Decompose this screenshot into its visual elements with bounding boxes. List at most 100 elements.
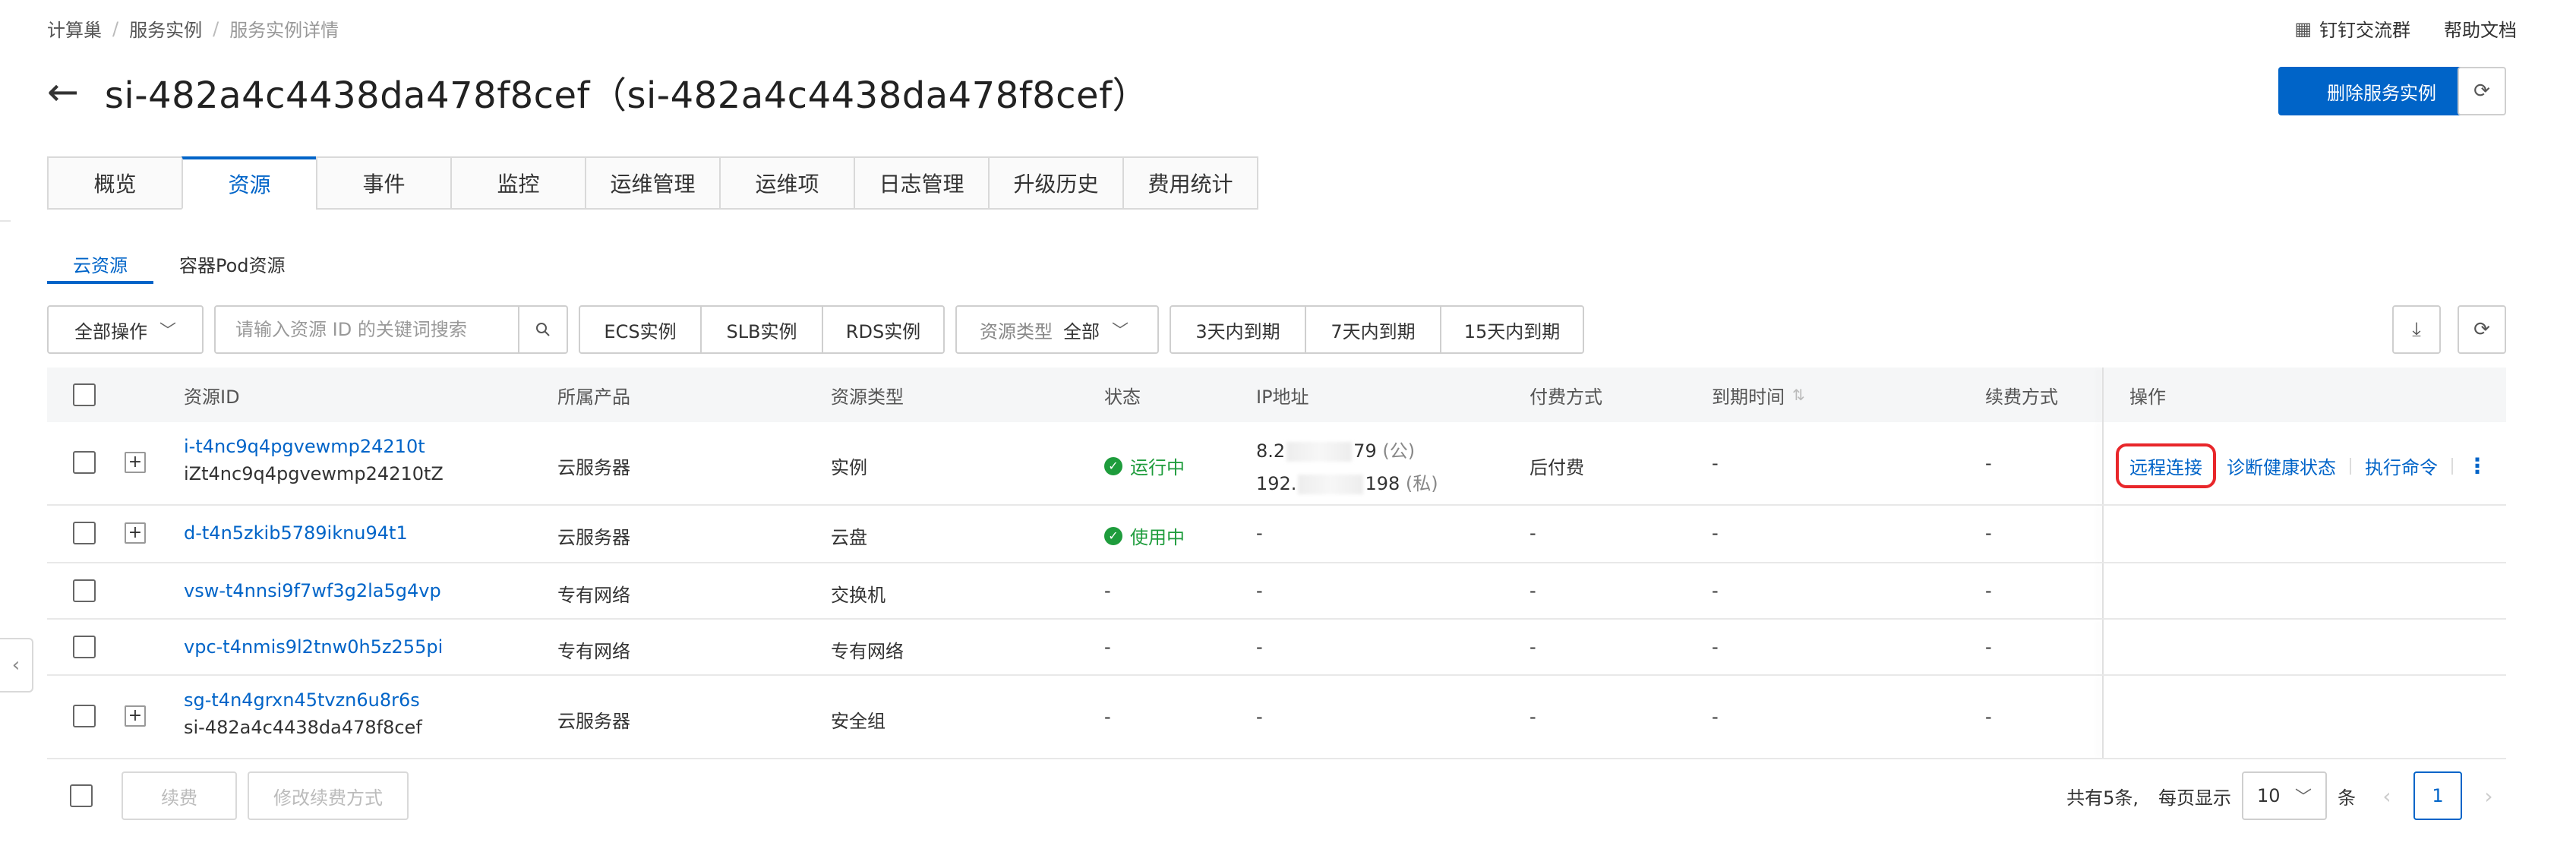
expire-cell: - (1712, 636, 1719, 658)
breadcrumb: 计算巢 / 服务实例 / 服务实例详情 (47, 15, 339, 42)
refresh-icon: ⟳ (2473, 318, 2490, 341)
filter-expire-7d[interactable]: 7天内到期 (1305, 305, 1441, 354)
search-button[interactable] (519, 305, 568, 354)
refresh-table-button[interactable]: ⟳ (2458, 305, 2506, 354)
page-size-value: 10 (2257, 785, 2281, 806)
action-separator (2451, 457, 2453, 475)
breadcrumb-item[interactable]: 计算巢 (47, 15, 102, 42)
resource-id-link[interactable]: sg-t4n4grxn45tvzn6u8r6s (184, 689, 422, 711)
breadcrumb-separator: / (112, 17, 119, 39)
footer-select-all-checkbox[interactable] (70, 784, 93, 807)
public-ip-prefix: 8.2 (1256, 440, 1286, 462)
expand-row-button[interactable]: + (125, 522, 146, 544)
run-command-link[interactable]: 执行命令 (2365, 453, 2438, 479)
actions-column-divider (2102, 563, 2104, 618)
page-size-select[interactable]: 10 ﹀ (2242, 771, 2327, 820)
renew-cell: - (1985, 706, 1992, 727)
actions-column-divider (2102, 422, 2104, 504)
tab-log-management[interactable]: 日志管理 (854, 156, 990, 210)
chevron-down-icon: ﹀ (2294, 788, 2312, 807)
renew-cell: - (1985, 522, 1992, 544)
private-ip-suffix: 198 (1365, 473, 1400, 494)
masked-ip (1286, 442, 1353, 462)
sort-icon: ⇅ (1792, 386, 1805, 404)
tab-cost-stats[interactable]: 费用统计 (1122, 156, 1258, 210)
tab-events[interactable]: 事件 (316, 156, 452, 210)
tab-ops-items[interactable]: 运维项 (719, 156, 855, 210)
page-number-button[interactable]: 1 (2413, 771, 2462, 820)
expand-row-button[interactable]: + (125, 452, 146, 473)
header-resource-type: 资源类型 (831, 386, 904, 408)
next-page-button[interactable]: › (2471, 771, 2506, 820)
header-renew-method: 续费方式 (1985, 386, 2058, 408)
row-checkbox[interactable] (73, 579, 96, 602)
tab-resources[interactable]: 资源 (182, 156, 317, 210)
chevron-down-icon: ﹀ (1112, 322, 1129, 341)
filter-expire-15d[interactable]: 15天内到期 (1440, 305, 1584, 354)
actions-column-divider (2102, 620, 2104, 674)
public-ip-tag: (公) (1382, 440, 1416, 462)
tab-ops-management[interactable]: 运维管理 (585, 156, 721, 210)
subtabs-divider (47, 282, 2506, 284)
select-all-checkbox[interactable] (73, 383, 96, 406)
resource-search-input[interactable] (214, 305, 519, 354)
tab-upgrade-history[interactable]: 升级历史 (988, 156, 1124, 210)
sidebar-expand-button[interactable]: ‹ (0, 638, 33, 693)
resource-id-link[interactable]: vpc-t4nmis9l2tnw0h5z255pi (184, 636, 443, 658)
status-badge: ✓ 运行中 (1104, 453, 1185, 479)
filter-ecs[interactable]: ECS实例 (579, 305, 702, 354)
diagnose-health-link[interactable]: 诊断健康状态 (2227, 453, 2336, 479)
remote-connect-link[interactable]: 远程连接 (2116, 443, 2216, 488)
action-separator (2350, 457, 2351, 475)
dingtalk-group-link[interactable]: ▦ 钉钉交流群 (2294, 15, 2410, 42)
prev-page-button[interactable]: ‹ (2369, 771, 2404, 820)
filter-slb[interactable]: SLB实例 (700, 305, 823, 354)
private-ip-tag: (私) (1405, 473, 1438, 494)
tab-monitoring[interactable]: 监控 (450, 156, 586, 210)
refresh-page-button[interactable]: ⟳ (2458, 67, 2506, 115)
type-cell: 实例 (831, 457, 867, 478)
renew-cell: - (1985, 453, 1992, 474)
resource-id-link[interactable]: d-t4n5zkib5789iknu94t1 (184, 522, 408, 544)
subtab-pod-resources[interactable]: 容器Pod资源 (153, 243, 311, 284)
chevron-right-icon: › (2484, 783, 2493, 809)
resource-id-cell: i-t4nc9q4pgvewmp24210t iZt4nc9q4pgvewmp2… (184, 436, 444, 484)
ip-cell: - (1256, 706, 1263, 727)
resource-type-select[interactable]: 资源类型 全部 ﹀ (955, 305, 1159, 354)
subtab-cloud-resources[interactable]: 云资源 (47, 243, 153, 284)
filter-expire-3d[interactable]: 3天内到期 (1170, 305, 1306, 354)
payment-cell: - (1530, 706, 1536, 727)
row-checkbox[interactable] (73, 451, 96, 474)
chevron-left-icon: ‹ (2382, 783, 2391, 809)
refresh-icon: ⟳ (2473, 80, 2490, 103)
header-expire-time[interactable]: 到期时间 ⇅ (1712, 382, 1805, 409)
change-renew-method-button[interactable]: 修改续费方式 (248, 771, 409, 820)
back-arrow-icon[interactable]: ← (47, 73, 79, 111)
product-cell: 云服务器 (557, 527, 630, 548)
filter-rds[interactable]: RDS实例 (822, 305, 945, 354)
tab-overview[interactable]: 概览 (47, 156, 183, 210)
status-badge: ✓ 使用中 (1104, 522, 1185, 549)
delete-instance-button[interactable]: 删除服务实例 (2278, 67, 2485, 115)
pagination: 共有5条, 每页显示 10 ﹀ 条 ‹ 1 › (2066, 771, 2506, 820)
actions-column-divider (2102, 676, 2104, 758)
row-checkbox[interactable] (73, 636, 96, 658)
chevron-left-icon: ‹ (11, 654, 21, 677)
more-actions-icon[interactable]: ⋮ (2467, 453, 2488, 478)
expand-row-button[interactable]: + (125, 705, 146, 727)
type-cell: 安全组 (831, 711, 886, 732)
resource-id-link[interactable]: i-t4nc9q4pgvewmp24210t (184, 436, 444, 457)
help-docs-link[interactable]: 帮助文档 (2444, 15, 2517, 42)
breadcrumb-item[interactable]: 服务实例 (129, 15, 202, 42)
type-filter-group: ECS实例 SLB实例 RDS实例 (579, 305, 945, 354)
resource-id-link[interactable]: vsw-t4nnsi9f7wf3g2la5g4vp (184, 580, 441, 601)
row-checkbox[interactable] (73, 705, 96, 727)
private-ip-prefix: 192. (1256, 473, 1297, 494)
batch-actions-dropdown[interactable]: 全部操作 ﹀ (47, 305, 204, 354)
renew-button[interactable]: 续费 (122, 771, 237, 820)
row-checkbox[interactable] (73, 522, 96, 544)
header-expire-label: 到期时间 (1712, 386, 1785, 408)
table-row: + sg-t4n4grxn45tvzn6u8r6s si-482a4c4438d… (47, 676, 2506, 759)
export-button[interactable]: ⤓ (2392, 305, 2441, 354)
total-count: 共有5条, (2066, 787, 2139, 809)
